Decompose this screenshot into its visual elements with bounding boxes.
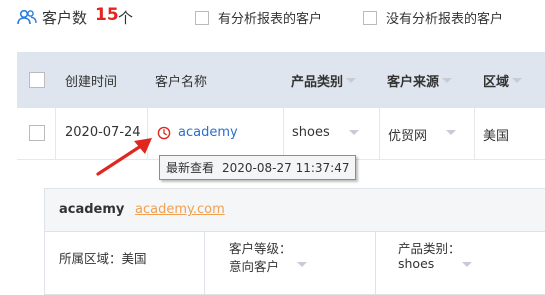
- detail-customer-name: academy: [59, 202, 125, 217]
- filter-without-report-checkbox[interactable]: [363, 10, 377, 25]
- row-divider: [55, 108, 56, 160]
- column-region-label: 区域: [483, 75, 510, 90]
- tooltip-timestamp: 2020-08-27 11:37:47: [222, 160, 350, 175]
- chevron-down-icon[interactable]: [446, 130, 456, 135]
- table-header: 创建时间 客户名称 产品类别 客户来源 区域: [17, 52, 545, 108]
- tooltip-label: 最新查看: [166, 161, 215, 175]
- chevron-down-icon: [346, 78, 357, 83]
- filter-with-report[interactable]: 有分析报表的客户: [195, 8, 322, 27]
- users-icon: [17, 9, 37, 25]
- red-arrow-annotation: [96, 138, 152, 176]
- detail-region: 所属区域：美国: [59, 251, 147, 266]
- detail-website-link[interactable]: academy.com: [135, 202, 225, 217]
- row-divider: [474, 108, 475, 160]
- column-region[interactable]: 区域: [483, 71, 523, 90]
- column-created[interactable]: 创建时间: [65, 71, 117, 90]
- filter-without-report[interactable]: 没有分析报表的客户: [363, 8, 503, 27]
- chevron-down-icon[interactable]: [297, 262, 307, 267]
- detail-category-cell[interactable]: 产品类别： shoes: [376, 232, 545, 295]
- row-divider: [379, 108, 380, 160]
- select-all-checkbox[interactable]: [29, 72, 45, 88]
- detail-category-label: 产品类别：: [398, 241, 461, 256]
- detail-header: academy academy.com: [45, 189, 545, 232]
- detail-category-value[interactable]: shoes: [398, 256, 434, 271]
- filter-with-report-label: 有分析报表的客户: [218, 12, 323, 27]
- column-source[interactable]: 客户来源: [387, 71, 453, 90]
- detail-level-value[interactable]: 意向客户: [229, 256, 279, 275]
- summary-bar: 客户数 15 个 有分析报表的客户 没有分析报表的客户: [0, 0, 545, 34]
- chevron-down-icon[interactable]: [462, 262, 472, 267]
- detail-level-label: 客户等级：: [229, 241, 292, 256]
- column-name-label: 客户名称: [155, 75, 208, 90]
- customer-detail-panel: academy academy.com 所属区域：美国 客户等级： 意向客户 产…: [44, 188, 545, 295]
- filter-with-report-checkbox[interactable]: [195, 10, 209, 25]
- last-viewed-tooltip: 最新查看 2020-08-27 11:37:47: [159, 155, 357, 180]
- chevron-down-icon[interactable]: [349, 130, 359, 135]
- row-checkbox[interactable]: [29, 125, 45, 141]
- customer-name-link[interactable]: academy: [178, 125, 238, 140]
- column-name[interactable]: 客户名称: [155, 71, 207, 90]
- customer-count-unit: 个: [118, 9, 134, 27]
- customer-count-value: 15: [95, 5, 119, 25]
- row-category-select[interactable]: shoes: [292, 125, 330, 140]
- row-region: 美国: [483, 129, 510, 144]
- detail-level-cell[interactable]: 客户等级： 意向客户: [205, 232, 376, 295]
- customer-count-label: 客户数: [42, 9, 88, 27]
- detail-region-cell: 所属区域：美国: [45, 232, 205, 295]
- column-category-label: 产品类别: [291, 75, 344, 90]
- column-category[interactable]: 产品类别: [291, 71, 357, 90]
- chevron-down-icon: [512, 78, 523, 83]
- chevron-down-icon: [442, 78, 453, 83]
- filter-without-report-label: 没有分析报表的客户: [386, 12, 504, 27]
- row-divider: [283, 108, 284, 160]
- column-source-label: 客户来源: [387, 75, 440, 90]
- column-created-label: 创建时间: [65, 75, 118, 90]
- row-source-select[interactable]: 优贸网: [388, 125, 427, 144]
